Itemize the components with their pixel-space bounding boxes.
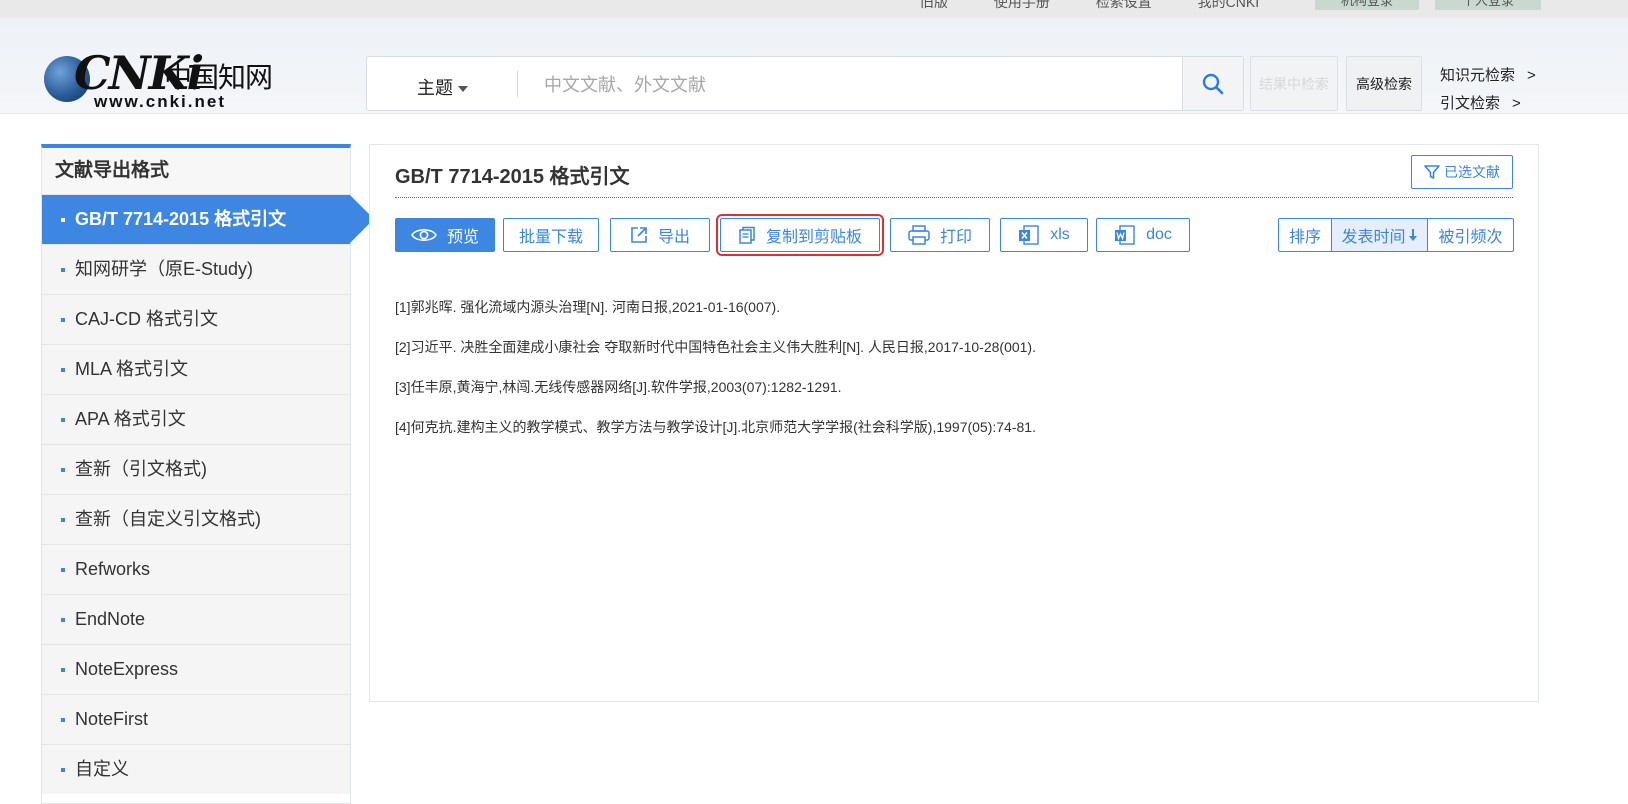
sidebar-item-notefirst[interactable]: NoteFirst xyxy=(42,694,350,744)
xls-button[interactable]: xls xyxy=(1000,218,1088,252)
sidebar-item-gbt7714[interactable]: GB/T 7714-2015 格式引文 xyxy=(42,194,374,244)
citation-item: [2]习近平. 决胜全面建成小康社会 夺取新时代中国特色社会主义伟大胜利[N].… xyxy=(395,339,1036,355)
sort-by-cited-button[interactable]: 被引频次 xyxy=(1427,218,1514,252)
search-field-label: 主题 xyxy=(417,78,453,98)
doc-button[interactable]: doc xyxy=(1096,218,1190,252)
filter-icon xyxy=(1424,165,1440,179)
chevron-down-icon xyxy=(458,86,468,93)
bullet-icon xyxy=(61,668,65,672)
top-link-mycnki[interactable]: 我的CNKI xyxy=(1198,0,1259,10)
external-link-icon xyxy=(631,227,647,243)
export-button[interactable]: 导出 xyxy=(610,218,710,252)
side-links: 知识元检索 > 引文检索 > xyxy=(1440,62,1536,118)
sidebar-item-estudy[interactable]: 知网研学（原E-Study) xyxy=(42,244,350,294)
bullet-icon xyxy=(61,568,65,572)
printer-icon xyxy=(908,225,930,245)
sidebar-item-cajcd[interactable]: CAJ-CD 格式引文 xyxy=(42,294,350,344)
search-within-results-button[interactable]: 结果中检索 xyxy=(1250,56,1338,111)
search-button[interactable] xyxy=(1182,57,1243,110)
citation-panel: GB/T 7714-2015 格式引文 已选文献 预览 批量下载 导出 复制到剪… xyxy=(369,144,1539,702)
advanced-search-button[interactable]: 高级检索 xyxy=(1346,56,1422,111)
top-links: 旧版 使用手册 检索设置 我的CNKI xyxy=(920,0,1301,12)
bullet-icon xyxy=(61,368,65,372)
print-button[interactable]: 打印 xyxy=(890,218,990,252)
batch-download-button[interactable]: 批量下载 xyxy=(503,218,599,252)
citation-item: [1]郭兆晖. 强化流域内源头治理[N]. 河南日报,2021-01-16(00… xyxy=(395,299,781,315)
bullet-icon xyxy=(61,268,65,272)
sidebar-item-custom[interactable]: 自定义 xyxy=(42,744,350,794)
word-file-icon xyxy=(1115,225,1135,245)
bullet-icon xyxy=(61,518,65,522)
bullet-icon xyxy=(61,768,65,772)
citation-item: [3]任丰原,黄海宁,林闯.无线传感器网络[J].软件学报,2003(07):1… xyxy=(395,379,842,395)
eye-icon xyxy=(411,228,437,242)
sidebar-title: 文献导出格式 xyxy=(42,148,350,194)
citation-item: [4]何克抗.建构主义的教学模式、教学方法与教学设计[J].北京师范大学学报(社… xyxy=(395,419,1036,435)
cnki-logo[interactable]: CNKi 中国知网 www.cnki.net xyxy=(44,38,274,111)
top-link-old[interactable]: 旧版 xyxy=(920,0,948,10)
top-link-settings[interactable]: 检索设置 xyxy=(1096,0,1152,10)
selected-documents-button[interactable]: 已选文献 xyxy=(1411,155,1513,189)
search-box: 主题 xyxy=(366,56,1244,111)
sidebar-item-refworks[interactable]: Refworks xyxy=(42,544,350,594)
divider xyxy=(517,71,518,97)
top-strip: 旧版 使用手册 检索设置 我的CNKI 机构登录 个人登录 xyxy=(0,0,1628,18)
sidebar-item-noteexpress[interactable]: NoteExpress xyxy=(42,644,350,694)
sidebar-item-novelty-custom[interactable]: 查新（自定义引文格式) xyxy=(42,494,350,544)
bullet-icon xyxy=(61,418,65,422)
page-title: GB/T 7714-2015 格式引文 xyxy=(395,166,630,188)
citation-list: [1]郭兆晖. 强化流域内源头治理[N]. 河南日报,2021-01-16(00… xyxy=(395,297,1036,457)
search-field-select[interactable]: 主题 xyxy=(417,74,468,100)
top-link-manual[interactable]: 使用手册 xyxy=(994,0,1050,10)
institution-login-button[interactable]: 机构登录 xyxy=(1315,0,1419,10)
bullet-icon xyxy=(61,218,65,222)
preview-button[interactable]: 预览 xyxy=(395,218,495,252)
logo-url: www.cnki.net xyxy=(94,92,227,111)
bullet-icon xyxy=(61,468,65,472)
sidebar-item-apa[interactable]: APA 格式引文 xyxy=(42,394,350,444)
title-divider xyxy=(395,197,1513,198)
export-format-sidebar: 文献导出格式 GB/T 7714-2015 格式引文 知网研学（原E-Study… xyxy=(41,144,374,804)
excel-file-icon xyxy=(1019,225,1039,245)
sidebar-item-endnote[interactable]: EndNote xyxy=(42,594,350,644)
knowledge-search-link[interactable]: 知识元检索 > xyxy=(1440,62,1536,90)
bullet-icon xyxy=(61,318,65,322)
sidebar-item-mla[interactable]: MLA 格式引文 xyxy=(42,344,350,394)
search-icon xyxy=(1202,73,1224,94)
bullet-icon xyxy=(61,618,65,622)
arrow-down-icon xyxy=(1408,229,1417,241)
header: CNKi 中国知网 www.cnki.net 主题 结果中检索 高级检索 知识元… xyxy=(0,18,1628,114)
sort-label: 排序 xyxy=(1278,218,1332,252)
personal-login-button[interactable]: 个人登录 xyxy=(1435,0,1541,10)
copy-to-clipboard-button[interactable]: 复制到剪贴板 xyxy=(716,214,884,256)
sidebar-item-novelty[interactable]: 查新（引文格式) xyxy=(42,444,350,494)
search-input[interactable] xyxy=(542,67,1146,103)
copy-icon xyxy=(739,226,755,244)
sort-by-pubtime-button[interactable]: 发表时间 xyxy=(1331,218,1428,252)
logo-chinese: 中国知网 xyxy=(164,61,273,94)
citation-search-link[interactable]: 引文检索 > xyxy=(1440,90,1536,118)
bullet-icon xyxy=(61,718,65,722)
